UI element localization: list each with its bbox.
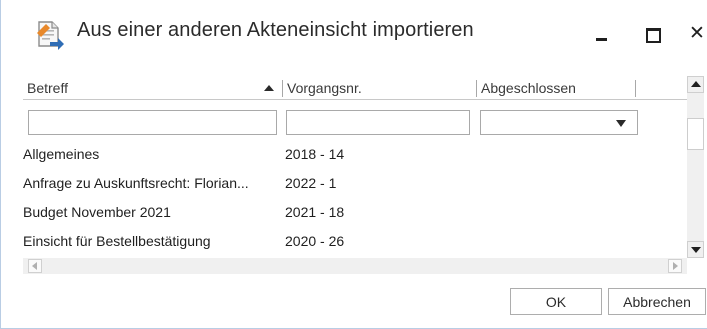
table-row[interactable]: Allgemeines 2018 - 14 [23,142,678,170]
cell-vorgangsnr: 2018 - 14 [285,146,345,162]
cancel-button[interactable]: Abbrechen [608,288,706,315]
horizontal-scrollbar[interactable] [23,258,687,274]
filter-vorgangsnr[interactable] [286,110,470,135]
scroll-down-button[interactable] [687,241,704,258]
scroll-right-button[interactable] [668,259,682,273]
vertical-scrollbar[interactable] [687,76,704,258]
column-separator[interactable] [282,80,283,97]
cell-vorgangsnr: 2020 - 26 [285,233,345,249]
column-header-abgeschlossen[interactable]: Abgeschlossen [481,80,576,96]
filter-betreff[interactable] [28,110,277,135]
column-header-vorgangsnr[interactable]: Vorgangsnr. [287,80,362,96]
grid-header: Betreff Vorgangsnr. Abgeschlossen [23,76,687,100]
records-grid: Betreff Vorgangsnr. Abgeschlossen Allgem… [23,76,687,259]
scroll-left-button[interactable] [28,259,42,273]
cell-betreff: Budget November 2021 [23,204,171,220]
cell-betreff: Anfrage zu Auskunftsrecht: Florian... [23,175,249,191]
table-row[interactable]: Budget November 2021 2021 - 18 [23,200,678,228]
close-button[interactable]: ✕ [689,22,707,44]
table-row[interactable]: Anfrage zu Auskunftsrecht: Florian... 20… [23,171,678,199]
table-row[interactable]: Einsicht für Bestellbestätigung 2020 - 2… [23,229,678,257]
window-title: Aus einer anderen Akteneinsicht importie… [77,19,474,41]
sort-ascending-icon [264,85,274,91]
maximize-button[interactable] [642,22,662,44]
chevron-down-icon [616,120,626,127]
import-dialog: Aus einer anderen Akteneinsicht importie… [0,0,707,329]
minimize-button[interactable] [592,22,612,44]
document-import-icon [36,20,64,50]
cell-vorgangsnr: 2021 - 18 [285,204,345,220]
filter-abgeschlossen-dropdown[interactable] [480,110,638,135]
ok-button[interactable]: OK [510,288,602,315]
cell-betreff: Einsicht für Bestellbestätigung [23,233,211,249]
filter-betreff-input[interactable] [29,111,276,134]
scroll-up-button[interactable] [687,76,704,93]
cell-vorgangsnr: 2022 - 1 [285,175,337,191]
title-bar[interactable]: Aus einer anderen Akteneinsicht importie… [1,0,707,64]
column-separator[interactable] [635,80,636,97]
column-header-betreff[interactable]: Betreff [27,80,68,96]
filter-vorgangsnr-input[interactable] [287,111,469,134]
cell-betreff: Allgemeines [23,146,100,162]
column-separator[interactable] [476,80,477,97]
vertical-scroll-thumb[interactable] [687,118,704,150]
